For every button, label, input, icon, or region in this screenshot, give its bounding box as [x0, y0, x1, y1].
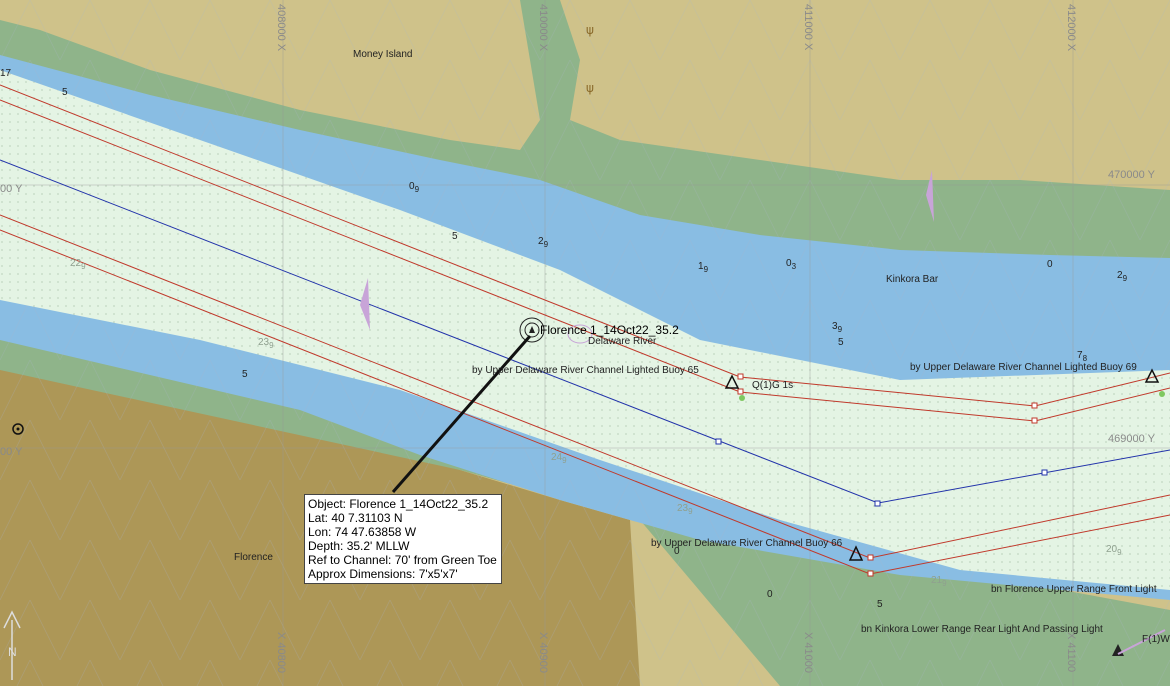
place-label-florence: Florence [234, 552, 273, 563]
sounding: 229 [70, 258, 86, 271]
sounding: 17 [0, 68, 12, 79]
light-characteristic-label: F(1)W [1142, 634, 1170, 645]
sounding: 5 [62, 87, 68, 98]
grid-label: X 40800 [275, 632, 287, 673]
buoy-65-label[interactable]: by Upper Delaware River Channel Lighted … [472, 365, 699, 376]
place-label-money-island: Money Island [353, 49, 413, 60]
grid-label: 411000 X [802, 4, 814, 51]
grid-label: X 41100 [1065, 632, 1077, 673]
grid-label: 470000 Y [1108, 169, 1155, 181]
grid-label: X 40900 [537, 632, 549, 673]
info-lon: Lon: 74 47.63858 W [308, 525, 417, 539]
info-dimensions: Approx Dimensions: 7'x5'x7' [308, 567, 458, 581]
sounding: 29 [1117, 270, 1128, 283]
info-ref-channel: Ref to Channel: 70' from Green Toe [308, 553, 497, 567]
front-light-label[interactable]: bn Florence Upper Range Front Light [991, 584, 1157, 595]
sounding: 19 [698, 261, 709, 274]
grid-label: 408000 X [275, 4, 287, 52]
sounding: 39 [832, 321, 843, 334]
grid-label: 410000 X [537, 4, 549, 52]
object-info-popup: Object: Florence 1_14Oct22_35.2 Lat: 40 … [304, 494, 502, 584]
buoy-69-label[interactable]: by Upper Delaware River Channel Lighted … [910, 362, 1137, 373]
sounding: 09 [409, 181, 420, 194]
grid-label: 00 Y [0, 183, 23, 195]
sounding: 5 [452, 231, 458, 242]
sounding: 249 [551, 452, 567, 465]
sounding: 239 [677, 503, 693, 516]
grid-label: X 41000 [802, 632, 814, 673]
info-lat: Lat: 40 7.31103 N [308, 511, 403, 525]
sounding: 5 [877, 599, 883, 610]
sounding: 0 [767, 589, 773, 600]
object-marker-label[interactable]: Florence 1_14Oct22_35.2 [540, 323, 679, 337]
sounding: 5 [838, 337, 844, 348]
sounding: 209 [1106, 544, 1122, 557]
grid-label: 00 Y [0, 446, 23, 458]
north-arrow-label: N [8, 645, 17, 659]
sounding: 29 [538, 236, 549, 249]
light-characteristic-label: Q(1)G 1s [752, 380, 794, 391]
place-label-delaware-river: Delaware River [588, 336, 657, 347]
info-depth: Depth: 35.2' MLLW [308, 539, 410, 553]
sounding: 219 [931, 575, 947, 588]
buoy-66-label[interactable]: by Upper Delaware River Channel Buoy 66 [651, 538, 842, 549]
sounding: 0 [1047, 259, 1053, 270]
grid-label: 412000 X [1065, 4, 1077, 52]
place-label-kinkora-bar: Kinkora Bar [886, 274, 939, 285]
svg-text:ψ: ψ [586, 81, 594, 95]
sounding: 03 [786, 258, 797, 271]
grid-label: 469000 Y [1108, 433, 1155, 445]
info-object: Object: Florence 1_14Oct22_35.2 [308, 497, 489, 511]
sounding: 5 [242, 369, 248, 380]
rear-light-label[interactable]: bn Kinkora Lower Range Rear Light And Pa… [861, 624, 1103, 635]
sounding: 239 [258, 337, 274, 350]
svg-text:ψ: ψ [586, 23, 594, 37]
nautical-chart[interactable]: ψ ψ 408000 X 410000 X 411000 X 412000 X … [0, 0, 1170, 686]
